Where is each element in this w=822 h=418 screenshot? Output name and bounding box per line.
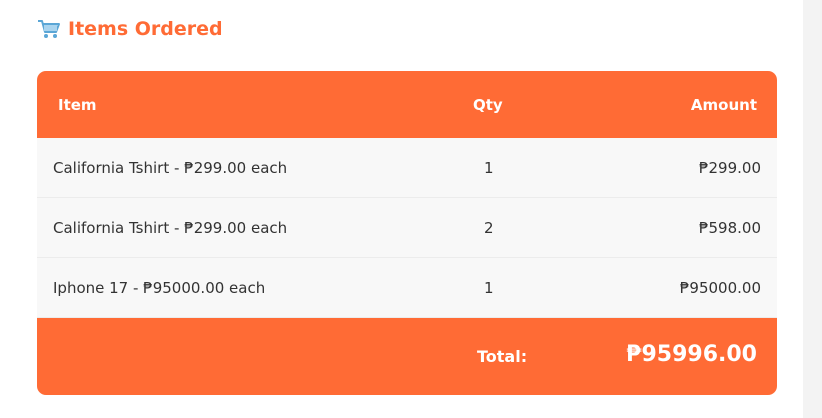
item-name: California Tshirt - ₱299.00 each	[53, 219, 288, 237]
table-header: Item Qty Amount	[37, 71, 777, 138]
table-footer: Total: ₱95996.00	[37, 318, 777, 395]
item-qty: 1	[484, 279, 494, 297]
item-name: Iphone 17 - ₱95000.00 each	[53, 279, 266, 297]
item-amount: ₱95000.00	[679, 279, 761, 297]
item-qty: 2	[484, 219, 494, 237]
item-qty: 1	[484, 159, 494, 177]
item-amount: ₱598.00	[698, 219, 761, 237]
table-row: California Tshirt - ₱299.00 each 2 ₱598.…	[37, 198, 777, 258]
order-items-card: Items Ordered Item Qty Amount California…	[0, 0, 803, 418]
item-amount: ₱299.00	[698, 159, 761, 177]
shopping-cart-icon	[37, 18, 61, 40]
column-header-item: Item	[58, 96, 97, 114]
table-row: California Tshirt - ₱299.00 each 1 ₱299.…	[37, 138, 777, 198]
total-label: Total:	[477, 347, 528, 366]
section-title: Items Ordered	[37, 18, 223, 40]
column-header-qty: Qty	[473, 96, 503, 114]
total-value: ₱95996.00	[626, 342, 757, 367]
section-title-text: Items Ordered	[68, 18, 223, 40]
column-header-amount: Amount	[690, 96, 757, 114]
table-row: Iphone 17 - ₱95000.00 each 1 ₱95000.00	[37, 258, 777, 318]
item-name: California Tshirt - ₱299.00 each	[53, 159, 288, 177]
items-table: Item Qty Amount California Tshirt - ₱299…	[37, 71, 777, 395]
